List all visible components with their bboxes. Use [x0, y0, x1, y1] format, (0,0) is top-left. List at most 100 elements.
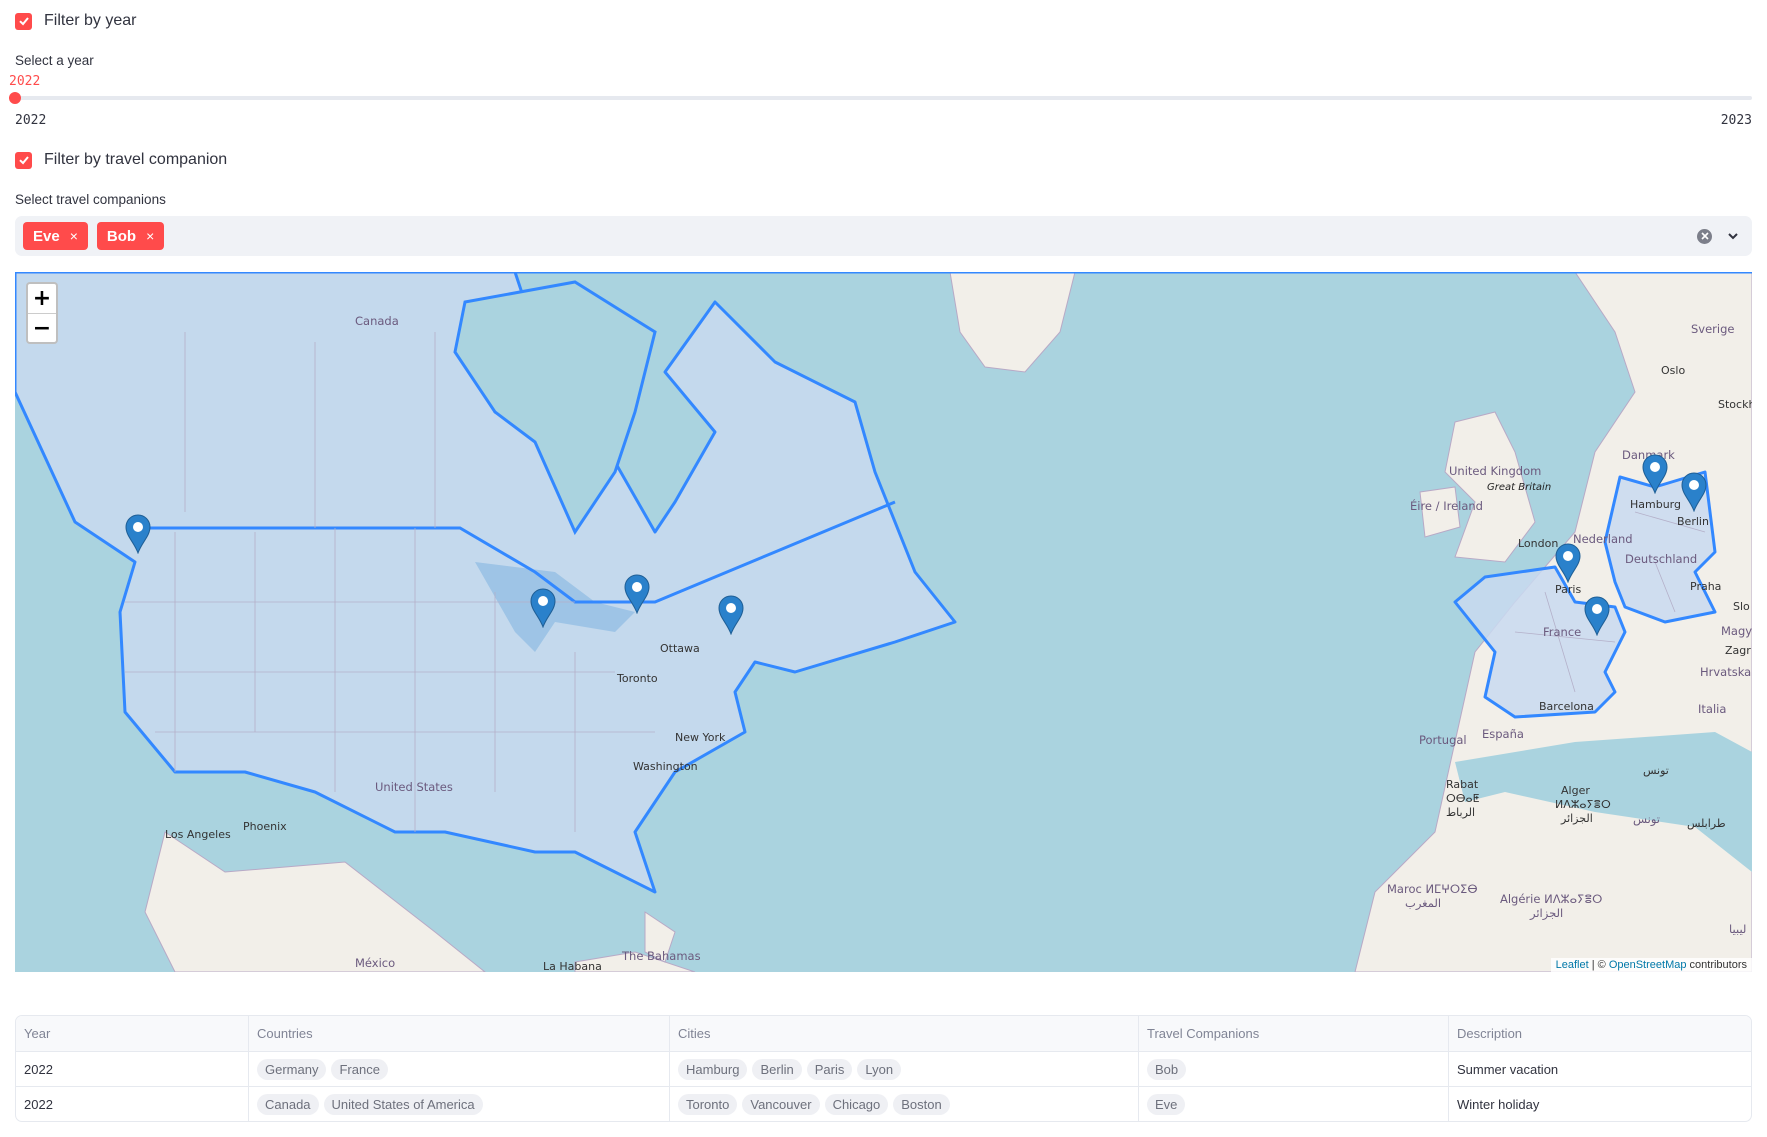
map-label-alger-tf: ⵍⴷⵣⴰⵢⴻⵔ	[1555, 798, 1611, 811]
map-label-new-york: New York	[675, 731, 726, 744]
remove-tag-icon[interactable]: ×	[70, 228, 78, 244]
map-label-stockholm: Stockh	[1718, 398, 1752, 411]
cell-countries[interactable]: Canada United States of America	[248, 1087, 669, 1121]
map-pin-icon	[1681, 472, 1707, 513]
map-label-paris: Paris	[1555, 583, 1582, 596]
companion-pill: Bob	[1147, 1058, 1187, 1080]
map-label-sverige: Sverige	[1691, 322, 1735, 336]
remove-tag-icon[interactable]: ×	[146, 228, 154, 244]
map-label-algerie: Algérie ⵍⴷⵣⴰⵢⴻⵔ	[1500, 892, 1603, 906]
city-pill: Lyon	[857, 1058, 902, 1080]
map-marker-toronto[interactable]	[624, 574, 650, 615]
map-label-alger: Alger	[1561, 784, 1590, 797]
map-pin-icon	[125, 514, 151, 555]
companion-multiselect[interactable]: Eve × Bob ×	[15, 216, 1752, 256]
map-marker-hamburg[interactable]	[1642, 454, 1668, 495]
map-label-rabat-ar: الرباط	[1446, 806, 1476, 819]
map-marker-boston[interactable]	[718, 595, 744, 636]
map-label-united-kingdom: United Kingdom	[1449, 464, 1542, 478]
city-pill: Paris	[806, 1058, 853, 1080]
map-label-berlin: Berlin	[1677, 515, 1709, 528]
chevron-down-icon[interactable]	[1726, 229, 1740, 243]
zoom-in-button[interactable]: +	[28, 284, 56, 313]
map-label-los-angeles: Los Angeles	[165, 828, 231, 841]
cell-cities[interactable]: Toronto Vancouver Chicago Boston	[669, 1087, 1138, 1121]
map-label-praha: Praha	[1690, 580, 1722, 593]
map-attribution: Leaflet | © OpenStreetMap contributors	[1550, 958, 1752, 972]
cell-companions[interactable]: Bob	[1138, 1052, 1448, 1086]
year-slider-track[interactable]	[15, 96, 1752, 100]
year-slider-max: 2023	[1720, 113, 1752, 128]
map-label-rabat: Rabat	[1446, 778, 1479, 791]
map-label-portugal: Portugal	[1419, 733, 1467, 747]
map-pin-icon	[1584, 596, 1610, 637]
cell-countries[interactable]: Germany France	[248, 1052, 669, 1086]
tag-label: Bob	[106, 227, 137, 245]
map-label-italia: Italia	[1698, 702, 1727, 716]
cell-year[interactable]: 2022	[16, 1052, 248, 1086]
map-pin-icon	[530, 588, 556, 629]
checkbox-checked-icon[interactable]	[15, 12, 32, 30]
map-label-maroc-ar: المغرب	[1405, 896, 1442, 910]
map[interactable]: + − Canada Ottawa Toronto New York Washi…	[15, 272, 1752, 972]
table-row[interactable]: 2022 Germany France Hamburg Berlin Paris Lyon B…	[16, 1051, 1751, 1086]
attribution-separator: | ©	[1588, 959, 1609, 971]
map-label-ottawa: Ottawa	[660, 642, 700, 655]
companion-tag-eve: Eve ×	[23, 222, 88, 250]
map-marker-vancouver[interactable]	[125, 514, 151, 555]
map-label-washington: Washington	[633, 760, 698, 773]
map-marker-lyon[interactable]	[1584, 596, 1610, 637]
year-slider-value: 2022	[9, 74, 41, 89]
map-pin-icon	[1642, 454, 1668, 495]
year-slider-label: Select a year	[15, 53, 94, 68]
column-header-countries[interactable]: Countries	[248, 1016, 669, 1051]
country-pill: Canada	[257, 1093, 319, 1115]
map-label-barcelona: Barcelona	[1539, 700, 1594, 713]
cell-description[interactable]: Summer vacation	[1448, 1052, 1751, 1086]
map-marker-berlin[interactable]	[1681, 472, 1707, 513]
filter-by-companion-label: Filter by travel companion	[44, 151, 228, 168]
osm-link[interactable]: OpenStreetMap	[1609, 959, 1687, 971]
column-header-cities[interactable]: Cities	[669, 1016, 1138, 1051]
companion-select-label: Select travel companions	[15, 192, 166, 207]
map-marker-paris[interactable]	[1555, 543, 1581, 584]
map-zoom-control: + −	[26, 282, 58, 344]
map-label-ireland: Éire / Ireland	[1410, 499, 1483, 513]
city-pill: Hamburg	[678, 1058, 748, 1080]
city-pill: Chicago	[824, 1093, 889, 1115]
land-mexico	[144, 831, 486, 972]
map-pin-icon	[718, 595, 744, 636]
cell-companions[interactable]: Eve	[1138, 1087, 1448, 1121]
map-label-nederland: Nederland	[1573, 532, 1633, 546]
filter-by-companion-checkbox[interactable]: Filter by travel companion	[15, 151, 227, 169]
filter-by-year-label: Filter by year	[44, 12, 137, 29]
cell-year[interactable]: 2022	[16, 1087, 248, 1121]
map-label-oslo: Oslo	[1661, 364, 1686, 377]
map-tiles	[15, 272, 1752, 972]
map-pin-icon	[624, 574, 650, 615]
map-label-canada: Canada	[355, 314, 399, 328]
map-label-mexico: México	[355, 956, 396, 970]
map-label-deutschland: Deutschland	[1625, 552, 1698, 566]
map-pin-icon	[1555, 543, 1581, 584]
column-header-travel-companions[interactable]: Travel Companions	[1138, 1016, 1448, 1051]
cell-cities[interactable]: Hamburg Berlin Paris Lyon	[669, 1052, 1138, 1086]
country-pill: France	[331, 1058, 388, 1080]
filter-by-year-checkbox[interactable]: Filter by year	[15, 12, 136, 30]
city-pill: Boston	[893, 1093, 950, 1115]
companion-pill: Eve	[1147, 1093, 1186, 1115]
clear-all-icon[interactable]	[1697, 228, 1712, 244]
year-slider-thumb[interactable]	[9, 92, 21, 104]
map-label-hrvatska: Hrvatska	[1700, 665, 1752, 679]
zoom-out-button[interactable]: −	[28, 313, 56, 342]
map-label-tripoli-ar: طرابلس	[1687, 817, 1726, 830]
year-slider-min: 2022	[15, 113, 47, 128]
cell-description[interactable]: Winter holiday	[1448, 1087, 1751, 1121]
checkbox-checked-icon[interactable]	[15, 151, 32, 169]
leaflet-link[interactable]: Leaflet	[1556, 959, 1589, 971]
column-header-description[interactable]: Description	[1448, 1016, 1751, 1051]
column-header-year[interactable]: Year	[16, 1016, 248, 1051]
map-label-tunis-ar: تونس	[1643, 764, 1669, 777]
map-marker-chicago[interactable]	[530, 588, 556, 629]
table-row[interactable]: 2022 Canada United States of America Toront…	[16, 1086, 1751, 1121]
